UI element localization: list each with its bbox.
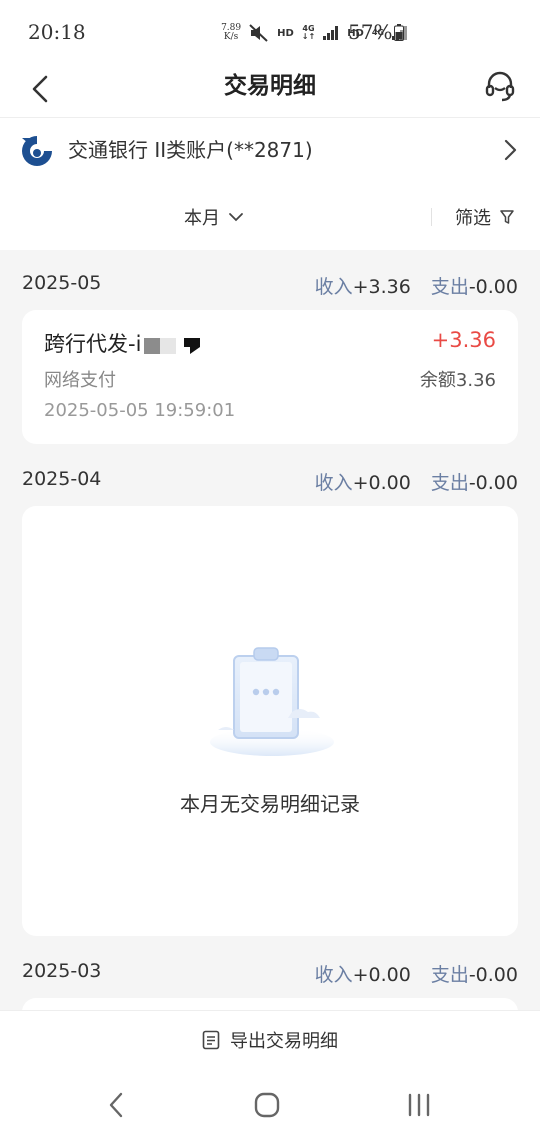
empty-clipboard-icon — [210, 647, 334, 756]
expense-key: 支出 — [430, 276, 469, 298]
headset-icon[interactable] — [482, 68, 518, 104]
net-speed: 7.89 K/s — [221, 23, 242, 42]
status-bar: 20:18 7.89 K/s HD 4G ↓↑ HD 4G 57% — [0, 0, 540, 62]
filter-label: 筛选 — [455, 208, 491, 229]
expense-key: 支出 — [430, 472, 469, 494]
signal-icon — [323, 26, 339, 40]
period-dropdown[interactable]: 本月 — [184, 204, 244, 230]
account-name: 交通银行 II类账户(**2871) — [68, 138, 313, 162]
status-time: 20:18 — [28, 20, 86, 44]
app-screen: 20:18 7.89 K/s HD 4G ↓↑ HD 4G 57% 交易明细 交… — [0, 0, 540, 1140]
account-selector[interactable]: 交通银行 II类账户(**2871) — [0, 118, 540, 184]
bank-logo-icon — [22, 136, 52, 166]
hd-label-1: HD — [277, 27, 294, 39]
document-icon — [202, 1030, 220, 1050]
expense-value: -0.00 — [468, 964, 518, 986]
net-type-1: 4G ↓↑ — [301, 24, 316, 41]
transaction-type: 网络支付 — [44, 370, 116, 391]
filter-bar: 本月 筛选 — [0, 184, 540, 250]
period-label: 本月 — [184, 208, 220, 229]
income-key: 收入 — [314, 472, 353, 494]
empty-state-message: 本月无交易明细记录 — [180, 792, 360, 816]
transaction-amount: +3.36 — [431, 328, 496, 352]
month-label: 2025-03 — [22, 960, 102, 982]
nav-home-icon[interactable] — [252, 1090, 282, 1120]
month-summary: 收入+3.36 支出-0.00 — [315, 272, 518, 299]
month-label: 2025-05 — [22, 272, 102, 294]
expense-value: -0.00 — [468, 276, 518, 298]
battery-icon — [394, 24, 404, 41]
nav-recent-apps-icon[interactable] — [404, 1090, 434, 1120]
income-key: 收入 — [314, 964, 353, 986]
month-header: 2025-03 收入+0.00 支出-0.00 — [22, 958, 518, 988]
empty-state-card: 本月无交易明细记录 — [22, 506, 518, 936]
mute-icon — [249, 24, 268, 42]
expense-value: -0.00 — [468, 472, 518, 494]
income-value: +0.00 — [352, 964, 411, 986]
month-header: 2025-04 收入+0.00 支出-0.00 — [22, 466, 518, 496]
export-label: 导出交易明细 — [230, 1031, 338, 1052]
month-header: 2025-05 收入+3.36 支出-0.00 — [22, 270, 518, 300]
expense-key: 支出 — [430, 964, 469, 986]
transaction-title: 跨行代发-i — [44, 332, 142, 356]
income-value: +3.36 — [352, 276, 411, 298]
system-nav-bar — [0, 1068, 540, 1140]
redaction-mark — [144, 338, 200, 354]
divider — [431, 208, 432, 226]
filter-button[interactable]: 筛选 — [455, 204, 515, 230]
month-summary: 收入+0.00 支出-0.00 — [315, 960, 518, 987]
transaction-card[interactable]: 跨行代发-i +3.36 网络支付 余额3.36 2025-05-05 19:5… — [22, 310, 518, 444]
month-summary: 收入+0.00 支出-0.00 — [315, 468, 518, 495]
month-label: 2025-04 — [22, 468, 102, 490]
income-key: 收入 — [314, 276, 353, 298]
chevron-right-icon — [504, 139, 517, 161]
chevron-down-icon — [229, 213, 243, 222]
export-bar: 导出交易明细 — [0, 1010, 540, 1069]
transaction-time: 2025-05-05 19:59:01 — [44, 400, 236, 421]
battery-percent: 57% — [348, 20, 393, 44]
funnel-icon — [500, 210, 514, 224]
nav-back-icon[interactable] — [102, 1090, 132, 1120]
export-button[interactable]: 导出交易明细 — [0, 1027, 540, 1053]
top-nav-bar: 交易明细 — [0, 62, 540, 118]
transaction-balance: 余额3.36 — [419, 370, 496, 391]
income-value: +0.00 — [352, 472, 411, 494]
page-title: 交易明细 — [224, 73, 316, 99]
